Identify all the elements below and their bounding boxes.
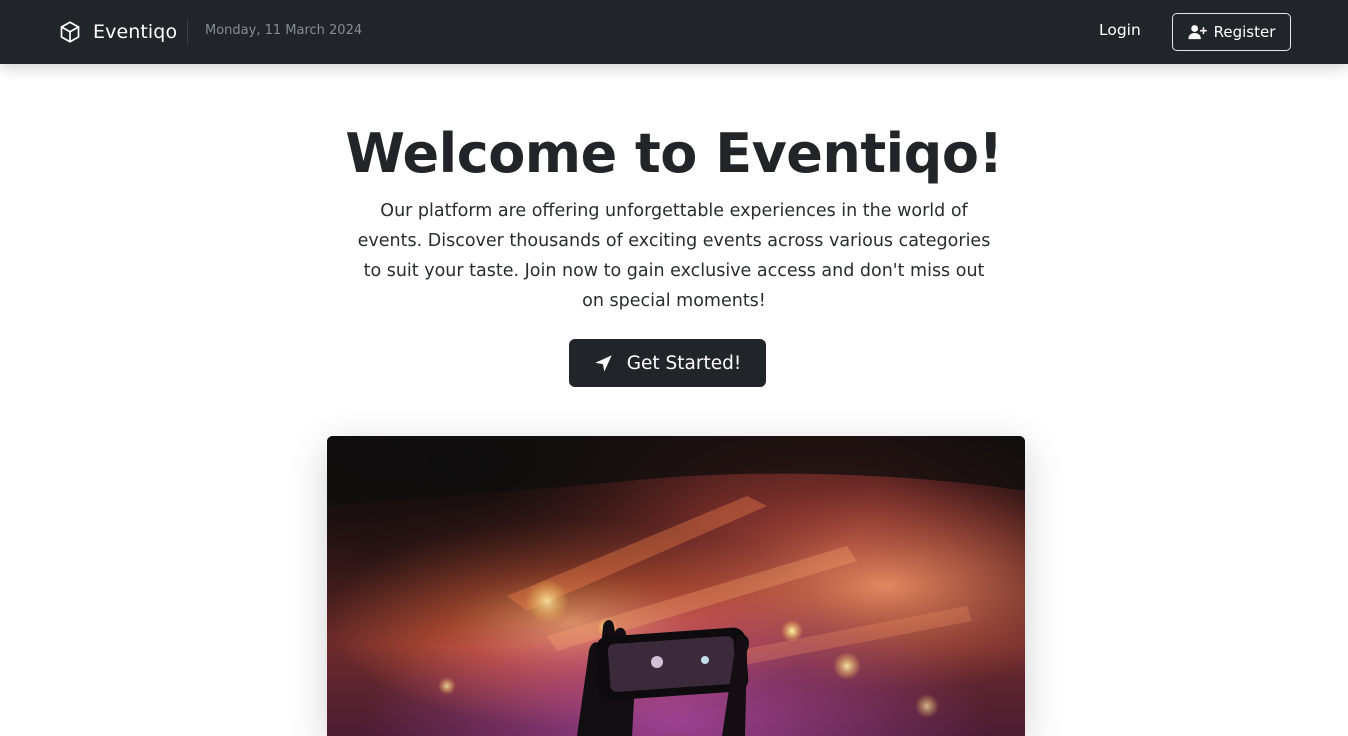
hero-title: Welcome to Eventiqo!: [345, 122, 1003, 185]
get-started-button[interactable]: Get Started!: [569, 339, 766, 387]
login-link[interactable]: Login: [1099, 21, 1141, 39]
location-arrow-icon: [595, 354, 612, 372]
get-started-label: Get Started!: [626, 352, 742, 374]
user-plus-icon: [1188, 25, 1207, 40]
register-button[interactable]: Register: [1172, 13, 1291, 51]
brand-name: Eventiqo: [93, 21, 178, 43]
nav-divider: [187, 19, 188, 45]
brand-link[interactable]: Eventiqo: [58, 18, 177, 46]
hero-image: [327, 436, 1025, 736]
concert-photo: [327, 436, 1025, 736]
register-label: Register: [1213, 23, 1276, 41]
current-date: Monday, 11 March 2024: [205, 23, 363, 38]
cube-icon: [60, 21, 80, 43]
navbar: Eventiqo Monday, 11 March 2024 Login Reg…: [0, 0, 1348, 64]
hero-description: Our platform are offering unforgettable …: [357, 201, 991, 311]
